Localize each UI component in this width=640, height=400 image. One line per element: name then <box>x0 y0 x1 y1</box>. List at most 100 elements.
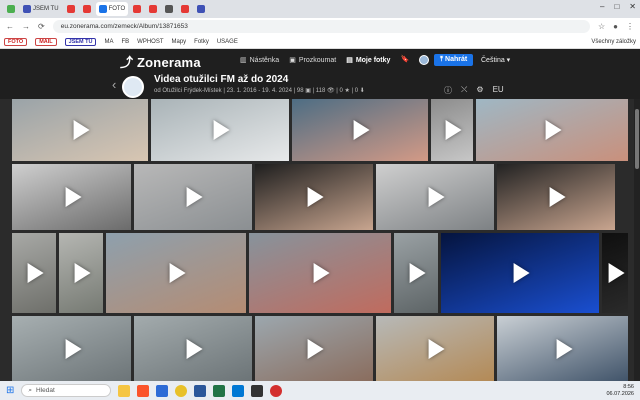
bookmark-item[interactable]: Fotky <box>194 39 209 45</box>
app-icon[interactable] <box>156 384 169 397</box>
browser-tab[interactable] <box>194 2 208 16</box>
back-chevron-icon[interactable]: ‹ <box>112 77 116 92</box>
play-icon <box>27 263 44 283</box>
video-thumbnail[interactable] <box>59 233 103 313</box>
video-thumbnail[interactable] <box>134 316 252 381</box>
video-thumbnail[interactable] <box>476 99 628 161</box>
video-thumbnail[interactable] <box>376 164 494 230</box>
bookmark-item[interactable]: JSEM TU <box>64 37 97 46</box>
video-thumbnail[interactable] <box>255 164 373 230</box>
video-thumbnail[interactable] <box>12 164 131 230</box>
bookmark-item[interactable]: FOTO <box>4 37 28 46</box>
profile-icon[interactable]: ● <box>613 22 618 31</box>
star-icon[interactable]: ☆ <box>598 22 605 31</box>
tab-favicon-icon <box>82 5 91 13</box>
nav-label: Prozkoumat <box>298 56 337 64</box>
taskbar-search[interactable]: ⌕ Hledat <box>21 384 112 397</box>
play-icon <box>313 263 330 283</box>
bookmark-item[interactable]: WPHOST <box>137 39 163 45</box>
nav-prozkoumat[interactable]: ▣ Prozkoumat <box>289 55 336 65</box>
user-avatar[interactable] <box>419 55 430 65</box>
browser-tab[interactable] <box>130 2 144 16</box>
nav-nastenka[interactable]: ▥ Nástěnka <box>240 55 279 65</box>
menu-icon[interactable]: ⋮ <box>626 22 634 31</box>
language-select[interactable]: Čeština ▾ <box>481 56 510 64</box>
bookmarks-bar: FOTO MAIL JSEM TU MA FB WPHOST Mapy Fotky USAGE V… <box>0 35 640 49</box>
site-logo[interactable]: ⤴ Zonerama <box>120 52 201 71</box>
video-thumbnail[interactable] <box>497 316 628 381</box>
upload-button[interactable]: ⤒ Nahrát <box>434 54 474 66</box>
reload-icon[interactable]: ⟳ <box>38 22 45 31</box>
video-thumbnail[interactable] <box>106 233 246 313</box>
video-thumbnail[interactable] <box>12 316 131 381</box>
play-icon <box>186 338 203 359</box>
browser-tab[interactable] <box>178 2 192 16</box>
video-thumbnail[interactable] <box>249 233 391 313</box>
browser-tab[interactable] <box>4 2 18 16</box>
language-label: Čeština <box>481 57 505 64</box>
brave-icon[interactable] <box>137 384 150 397</box>
video-thumbnail[interactable] <box>431 99 473 161</box>
scrollbar[interactable] <box>634 99 640 381</box>
bookmark-item[interactable]: FB <box>121 39 129 45</box>
video-thumbnail[interactable] <box>292 99 428 161</box>
info-icon[interactable]: ⓘ <box>444 85 452 96</box>
app-icon[interactable] <box>251 384 264 397</box>
video-thumbnail[interactable] <box>376 316 494 381</box>
video-thumbnail[interactable] <box>441 233 599 313</box>
browser-tab[interactable]: JSEM TU <box>20 2 62 16</box>
browser-tab[interactable] <box>80 2 94 16</box>
file-explorer-icon[interactable] <box>118 384 131 397</box>
clock[interactable]: 8:56 06.07.2026 <box>606 384 634 398</box>
bookmark-item[interactable]: MA <box>104 39 113 45</box>
windows-start-icon[interactable]: ⊞ <box>6 385 14 396</box>
back-icon[interactable]: ← <box>6 22 14 31</box>
vscode-icon[interactable] <box>232 384 245 397</box>
browser-tab[interactable]: FOTO <box>95 2 129 16</box>
browser-tab[interactable] <box>162 2 176 16</box>
share-icon[interactable]: ⤬ <box>461 85 467 96</box>
bookmark-item[interactable]: Mapy <box>172 39 187 45</box>
play-icon <box>307 338 324 359</box>
logo-text: Zonerama <box>137 55 201 70</box>
close-button[interactable]: ✕ <box>629 2 636 11</box>
app-icon[interactable] <box>270 384 283 397</box>
video-thumbnail[interactable] <box>134 164 252 230</box>
video-thumbnail[interactable] <box>12 99 148 161</box>
tab-favicon-icon <box>98 5 107 13</box>
upload-label: Nahrát <box>445 56 468 63</box>
nav-moje-fotky[interactable]: ▤ Moje fotky <box>346 55 390 65</box>
browser-tab[interactable] <box>64 2 78 16</box>
tab-favicon-icon <box>149 5 158 13</box>
bookmark-item[interactable]: MAIL <box>35 37 57 46</box>
video-thumbnail[interactable] <box>151 99 289 161</box>
album-meta: od Otužilci Frýdek-Místek | 23. 1. 2016 … <box>154 88 365 94</box>
chrome-icon[interactable] <box>175 384 188 397</box>
scrollbar-thumb[interactable] <box>635 109 639 169</box>
minimize-button[interactable]: – <box>600 2 604 11</box>
album-title: Videa otužilci FM až do 2024 <box>154 74 289 85</box>
all-bookmarks[interactable]: Všechny záložky <box>591 39 636 45</box>
browser-tab[interactable] <box>146 2 160 16</box>
play-icon <box>73 120 90 140</box>
url-field[interactable]: eu.zonerama.com/zemeck/Album/13871653 <box>52 20 590 33</box>
play-icon <box>186 187 203 207</box>
video-thumbnail[interactable] <box>255 316 373 381</box>
video-thumbnail[interactable] <box>602 233 628 313</box>
word-icon[interactable] <box>194 384 207 397</box>
video-thumbnail[interactable] <box>12 233 56 313</box>
maximize-button[interactable]: □ <box>614 2 619 11</box>
eu-label[interactable]: EU <box>493 85 504 96</box>
bookmark-red-icon[interactable]: 🔖 <box>400 55 409 65</box>
photos-icon: ▣ <box>289 57 296 64</box>
forward-icon[interactable]: → <box>22 22 30 31</box>
album-avatar[interactable] <box>122 76 144 98</box>
video-thumbnail[interactable] <box>394 233 438 313</box>
bookmark-item[interactable]: USAGE <box>217 39 238 45</box>
settings-icon[interactable]: ⚙ <box>476 85 483 96</box>
site-header: ⤴ Zonerama ▥ Nástěnka ▣ Prozkoumat ▤ Moje f… <box>0 49 640 99</box>
video-thumbnail[interactable] <box>497 164 615 230</box>
gallery-icon: ▤ <box>346 57 353 64</box>
excel-icon[interactable] <box>213 384 226 397</box>
play-icon <box>74 263 91 283</box>
